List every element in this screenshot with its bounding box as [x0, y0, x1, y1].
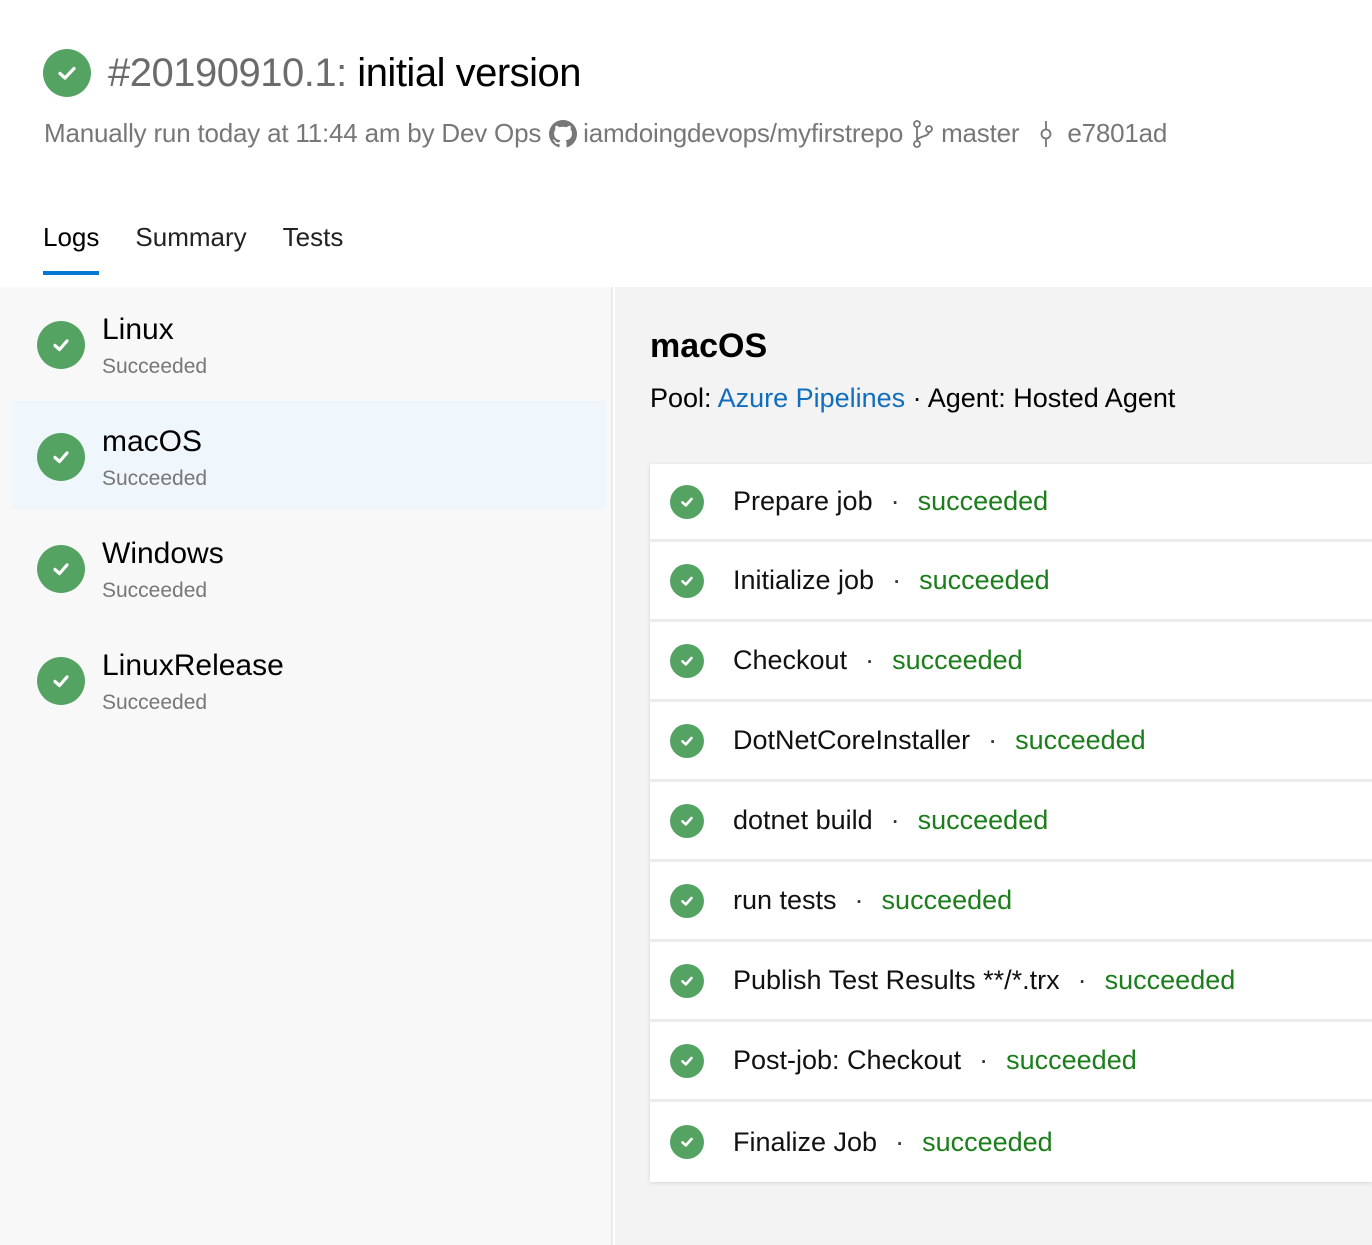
branch-name[interactable]: master: [941, 118, 1019, 149]
success-check-icon: [670, 803, 704, 838]
github-icon: [549, 119, 578, 148]
step-row[interactable]: run tests · succeeded: [650, 862, 1372, 942]
agent-info: Agent: Hosted Agent: [927, 383, 1176, 413]
trigger-text: Manually run today at 11:44 am by Dev Op…: [44, 118, 542, 148]
step-status: succeeded: [1006, 1045, 1137, 1075]
step-separator: ·: [854, 885, 864, 915]
success-check-icon: [670, 1043, 704, 1078]
step-separator: ·: [988, 725, 998, 755]
step-status: succeeded: [1015, 725, 1146, 755]
step-row[interactable]: Finalize Job · succeeded: [650, 1102, 1372, 1182]
step-name: dotnet build: [733, 805, 873, 835]
job-status: Succeeded: [102, 467, 208, 490]
tab-tests[interactable]: Tests: [283, 222, 344, 275]
success-check-icon: [670, 1125, 704, 1159]
job-status: Succeeded: [102, 579, 208, 602]
step-separator: ·: [865, 645, 875, 675]
step-status: succeeded: [892, 645, 1023, 675]
job-item-windows[interactable]: Windows Succeeded: [12, 513, 606, 621]
step-status: succeeded: [881, 885, 1013, 915]
success-check-icon: [670, 563, 704, 598]
job-item-linuxrelease[interactable]: LinuxRelease Succeeded: [12, 625, 606, 733]
success-check-icon: [37, 545, 85, 593]
step-row[interactable]: Prepare job · succeeded: [650, 464, 1372, 542]
step-name: Initialize job: [733, 565, 875, 595]
job-status: Succeeded: [102, 355, 208, 378]
job-name: Windows: [102, 537, 224, 570]
step-separator: ·: [895, 1126, 905, 1157]
run-message: initial version: [346, 51, 582, 95]
job-status: Succeeded: [102, 691, 208, 714]
step-name: Checkout: [733, 645, 848, 675]
job-detail-panel: macOS Pool: Azure Pipelines · Agent: Hos…: [615, 287, 1372, 1245]
step-status: succeeded: [1104, 965, 1236, 995]
run-number: #20190910.1:: [108, 51, 347, 95]
page-title: #20190910.1: initial version: [108, 47, 582, 99]
commit-icon: [1039, 119, 1053, 149]
job-name: macOS: [102, 425, 203, 458]
step-name: Finalize Job: [733, 1126, 878, 1157]
step-separator: ·: [890, 805, 900, 835]
run-meta: Manually run today at 11:44 am by Dev Op…: [44, 118, 1167, 149]
success-check-icon: [670, 643, 704, 678]
step-row[interactable]: Post-job: Checkout · succeeded: [650, 1022, 1372, 1102]
step-name: Prepare job: [733, 486, 873, 516]
steps-list: Prepare job · succeeded Initialize job · suc…: [650, 464, 1372, 1182]
job-item-linux[interactable]: Linux Succeeded: [12, 289, 606, 397]
step-status: succeeded: [917, 805, 1049, 835]
step-row[interactable]: Checkout · succeeded: [650, 622, 1372, 702]
step-status: succeeded: [919, 565, 1050, 595]
branch-icon: [911, 119, 935, 149]
step-row[interactable]: Publish Test Results **/*.trx · succeeded: [650, 942, 1372, 1022]
run-header: #20190910.1: initial version Manually ru…: [0, 0, 1372, 287]
tab-summary[interactable]: Summary: [135, 222, 246, 275]
step-separator: ·: [892, 565, 902, 595]
pool-info: Pool: Azure Pipelines · Agent: Hosted Ag…: [650, 383, 1175, 414]
success-check-icon: [670, 883, 704, 918]
job-item-macos[interactable]: macOS Succeeded: [12, 401, 606, 509]
step-row[interactable]: DotNetCoreInstaller · succeeded: [650, 702, 1372, 782]
step-name: run tests: [733, 885, 837, 915]
tab-bar: Logs Summary Tests: [43, 222, 379, 275]
step-row[interactable]: dotnet build · succeeded: [650, 782, 1372, 862]
step-name: Post-job: Checkout: [733, 1045, 962, 1075]
tab-logs[interactable]: Logs: [43, 222, 100, 275]
jobs-sidebar: Linux Succeeded macOS Succeeded Windows …: [0, 287, 613, 1245]
job-name: LinuxRelease: [102, 649, 284, 682]
success-check-icon: [670, 963, 704, 998]
commit-hash[interactable]: e7801ad: [1067, 118, 1167, 149]
step-status: succeeded: [922, 1126, 1053, 1157]
step-separator: ·: [979, 1045, 989, 1075]
job-name: Linux: [102, 313, 174, 346]
repo-link[interactable]: iamdoingdevops/myfirstrepo: [583, 118, 903, 149]
success-check-icon: [670, 723, 704, 758]
success-check-icon: [43, 49, 91, 97]
step-separator: ·: [890, 486, 900, 516]
success-check-icon: [37, 657, 85, 705]
pool-label: Pool:: [650, 383, 718, 413]
pool-link[interactable]: Azure Pipelines: [718, 383, 906, 413]
success-check-icon: [37, 433, 85, 481]
pool-separator: ·: [905, 383, 928, 413]
step-name: DotNetCoreInstaller: [733, 725, 971, 755]
title-row: #20190910.1: initial version: [43, 47, 582, 99]
step-name: Publish Test Results **/*.trx: [733, 965, 1060, 995]
job-detail-title: macOS: [650, 327, 768, 365]
step-separator: ·: [1077, 965, 1087, 995]
step-row[interactable]: Initialize job · succeeded: [650, 542, 1372, 622]
success-check-icon: [37, 321, 85, 369]
step-status: succeeded: [917, 486, 1049, 516]
success-check-icon: [670, 484, 704, 519]
